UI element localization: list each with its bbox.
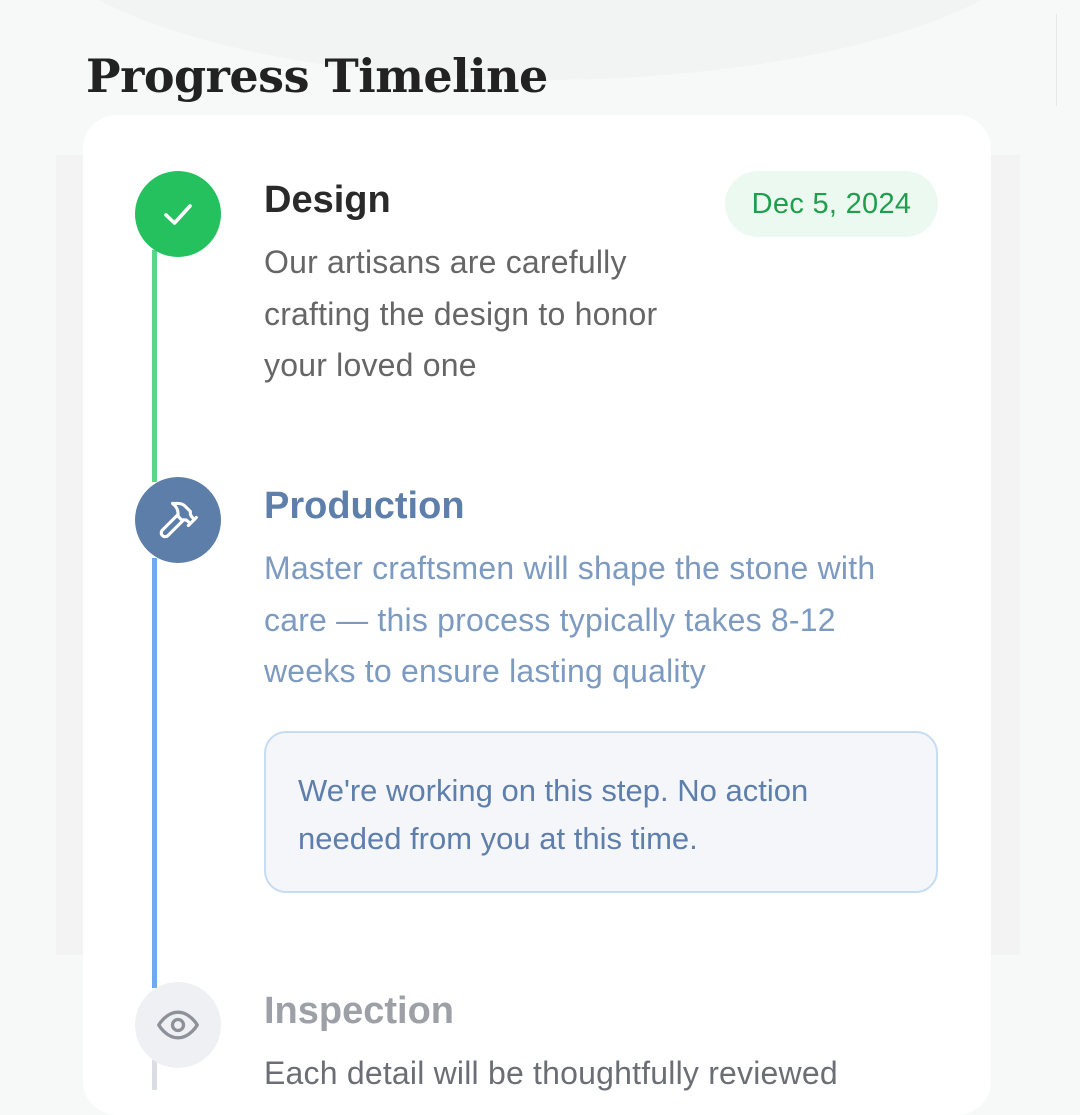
checkmark-icon <box>164 204 192 225</box>
date-badge: Dec 5, 2024 <box>725 171 938 237</box>
step-status-completed <box>135 171 221 257</box>
status-note-text: We're working on this step. No action ne… <box>298 773 809 856</box>
eye-icon <box>157 1010 199 1040</box>
step-title: Production <box>264 485 465 527</box>
step-description: Each detail will be thoughtfully reviewe… <box>264 1055 838 1091</box>
timeline-connector-active <box>152 558 157 988</box>
step-description: Master craftsmen will shape the stone wi… <box>264 550 876 689</box>
step-description: Our artisans are carefully crafting the … <box>264 244 658 383</box>
step-status-in-progress <box>135 477 221 563</box>
timeline-connector-completed <box>152 250 157 482</box>
step-title: Inspection <box>264 990 455 1032</box>
hammer-icon <box>159 501 198 539</box>
timeline-connector-pending <box>152 1060 157 1090</box>
status-note: We're working on this step. No action ne… <box>264 731 938 893</box>
page-title: Progress Timeline <box>86 49 548 103</box>
step-status-pending <box>135 982 221 1068</box>
step-title: Design <box>264 179 391 221</box>
scroll-edge <box>1056 14 1057 106</box>
